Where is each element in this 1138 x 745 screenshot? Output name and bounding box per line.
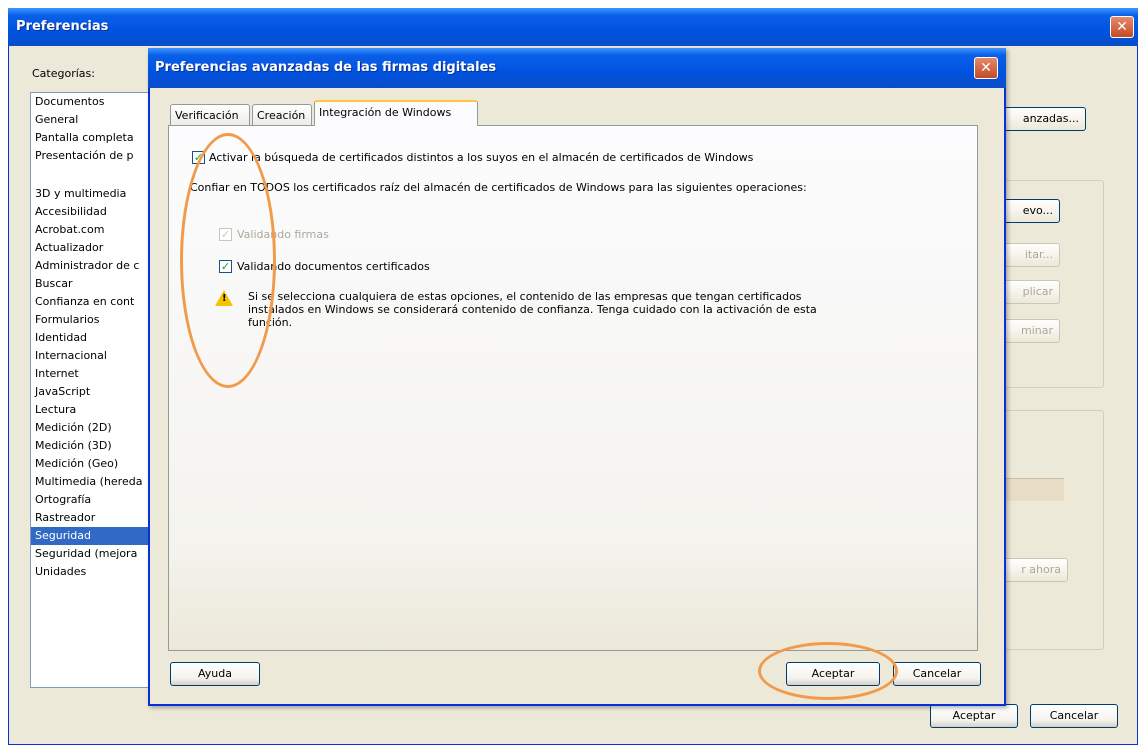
category-item[interactable]: 3D y multimedia	[31, 185, 153, 203]
category-item[interactable]: JavaScript	[31, 383, 153, 401]
delete-button[interactable]: minar	[1000, 319, 1060, 343]
categories-list[interactable]: Documentos General Pantalla completa Presen…	[30, 92, 154, 688]
preferences-title: Preferencias	[16, 19, 109, 34]
preferences-title-bar[interactable]	[8, 8, 1138, 46]
dialog-ok-button[interactable]: Aceptar	[786, 662, 880, 686]
progress-strip	[996, 478, 1064, 501]
right-groupbox-bottom	[1000, 410, 1104, 650]
checkmark-icon: ✓	[220, 260, 231, 273]
dialog-cancel-button[interactable]: Cancelar	[893, 662, 981, 686]
advanced-button[interactable]: anzadas...	[1000, 107, 1086, 131]
category-separator	[31, 165, 153, 185]
category-item[interactable]: Acrobat.com	[31, 221, 153, 239]
category-item[interactable]: Rastreador	[31, 509, 153, 527]
category-item[interactable]: Internet	[31, 365, 153, 383]
close-icon[interactable]: ✕	[974, 57, 998, 79]
category-item[interactable]: Seguridad	[31, 527, 153, 545]
validate-signatures-checkbox[interactable]: ✓	[219, 228, 232, 241]
outer-ok-button[interactable]: Aceptar	[930, 704, 1018, 728]
category-item[interactable]: Medición (Geo)	[31, 455, 153, 473]
close-icon[interactable]: ✕	[1110, 16, 1134, 38]
category-item[interactable]: Administrador de c	[31, 257, 153, 275]
enable-search-checkbox[interactable]: ✓	[192, 151, 205, 164]
new-button[interactable]: evo...	[1000, 199, 1060, 223]
enable-search-label: Activar la búsqueda de certificados dist…	[209, 151, 754, 164]
warning-exclamation: !	[222, 293, 227, 304]
category-item[interactable]: Buscar	[31, 275, 153, 293]
warning-text: Si se selecciona cualquiera de estas opc…	[248, 290, 817, 329]
checkmark-icon: ✓	[193, 151, 204, 164]
category-item[interactable]: Pantalla completa	[31, 129, 153, 147]
edit-button[interactable]: itar...	[1000, 243, 1060, 267]
tab-verification[interactable]: Verificación	[170, 104, 250, 126]
category-item[interactable]: Ortografía	[31, 491, 153, 509]
category-item[interactable]: Lectura	[31, 401, 153, 419]
category-item[interactable]: Presentación de p	[31, 147, 153, 165]
category-item[interactable]: Unidades	[31, 563, 153, 581]
category-item[interactable]: Accesibilidad	[31, 203, 153, 221]
tab-panel	[168, 125, 978, 651]
category-item[interactable]: General	[31, 111, 153, 129]
update-now-button[interactable]: r ahora	[1000, 558, 1068, 582]
category-item[interactable]: Internacional	[31, 347, 153, 365]
checkmark-icon: ✓	[220, 228, 231, 241]
category-item[interactable]: Medición (3D)	[31, 437, 153, 455]
category-item[interactable]: Formularios	[31, 311, 153, 329]
validate-signatures-label: Validando firmas	[237, 228, 329, 241]
validate-certified-checkbox[interactable]: ✓	[219, 260, 232, 273]
category-item[interactable]: Medición (2D)	[31, 419, 153, 437]
tab-windows-integration[interactable]: Integración de Windows	[314, 100, 478, 126]
category-item[interactable]: Seguridad (mejora	[31, 545, 153, 563]
category-item[interactable]: Actualizador	[31, 239, 153, 257]
outer-cancel-button[interactable]: Cancelar	[1030, 704, 1118, 728]
duplicate-button[interactable]: plicar	[1000, 280, 1060, 304]
trust-description: Confiar en TODOS los certificados raíz d…	[190, 181, 807, 194]
validate-certified-label: Validando documentos certificados	[237, 260, 430, 273]
dialog-title: Preferencias avanzadas de las firmas dig…	[155, 60, 497, 75]
category-item[interactable]: Multimedia (hereda	[31, 473, 153, 491]
help-button[interactable]: Ayuda	[170, 662, 260, 686]
category-item[interactable]: Documentos	[31, 93, 153, 111]
categories-label: Categorías:	[32, 67, 95, 80]
category-item[interactable]: Identidad	[31, 329, 153, 347]
category-item[interactable]: Confianza en cont	[31, 293, 153, 311]
tab-creation[interactable]: Creación	[252, 104, 312, 126]
